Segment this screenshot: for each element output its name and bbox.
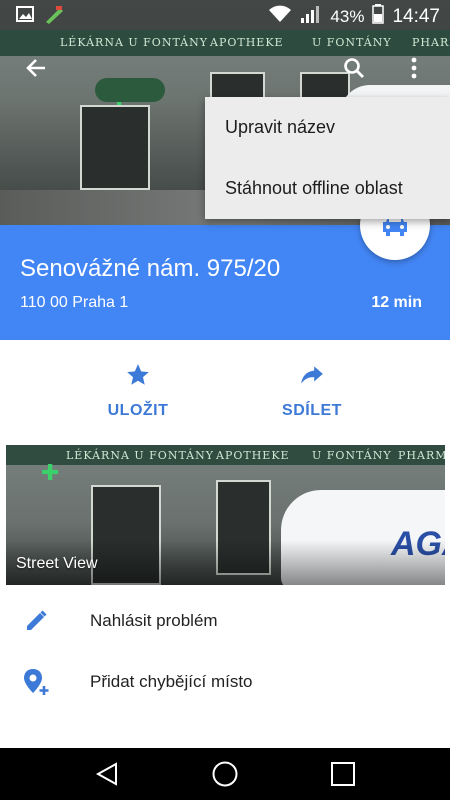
facade-sign: U FONTÁNY — [312, 36, 392, 49]
nav-home-button[interactable] — [210, 760, 240, 788]
share-arrow-icon — [301, 366, 323, 384]
nav-back-button[interactable] — [92, 760, 122, 788]
place-options-list: Nahlásit problém Přidat chybějící místo — [0, 590, 450, 712]
overflow-menu-button[interactable] — [398, 52, 430, 84]
search-icon — [344, 58, 364, 78]
facade-sign: PHARMA — [412, 36, 450, 49]
star-icon — [127, 364, 149, 385]
battery-percent: 43% — [330, 6, 365, 26]
action-row: ULOŽIT SDÍLET — [0, 340, 450, 445]
share-label: SDÍLET — [282, 402, 342, 419]
report-problem-row[interactable]: Nahlásit problém — [0, 590, 450, 651]
shop-door — [80, 105, 150, 190]
menu-item-download-offline[interactable]: Stáhnout offline oblast — [205, 158, 450, 219]
sv-facade-sign: LÉKÁRNA U FONTÁNY — [66, 449, 215, 462]
add-missing-place-label: Přidat chybějící místo — [90, 671, 253, 691]
clock: 14:47 — [392, 5, 440, 27]
street-view-thumbnail[interactable]: LÉKÁRNA U FONTÁNY APOTHEKE U FONTÁNY PHA… — [6, 445, 445, 585]
street-view-label: Street View — [16, 555, 98, 572]
share-button[interactable]: SDÍLET — [252, 362, 372, 420]
save-button[interactable]: ULOŽIT — [78, 362, 198, 420]
facade-sign: APOTHEKE — [210, 36, 284, 49]
place-title: Senovážné nám. 975/20 — [20, 255, 281, 282]
travel-time: 12 min — [371, 294, 422, 311]
save-label: ULOŽIT — [107, 402, 169, 419]
back-button[interactable] — [20, 52, 52, 84]
wifi-icon — [268, 5, 292, 28]
signal-icon — [300, 4, 322, 29]
square-recents-icon — [331, 762, 355, 786]
search-button[interactable] — [338, 52, 370, 84]
triangle-back-icon — [95, 762, 117, 786]
gallery-icon — [16, 6, 34, 29]
status-bar: 43% 14:47 — [0, 0, 450, 30]
sv-pharmacy-cross-icon: ✚ — [41, 460, 60, 485]
overflow-menu: Upravit název Stáhnout offline oblast — [205, 97, 450, 219]
pharmacy-sign — [95, 78, 165, 102]
add-missing-place-row[interactable]: Přidat chybějící místo — [0, 651, 450, 712]
menu-item-rename[interactable]: Upravit název — [205, 97, 450, 158]
sv-facade-sign: PHARMA — [398, 449, 445, 462]
sv-facade-sign: APOTHEKE — [216, 449, 290, 462]
app-notification-icon — [44, 6, 64, 29]
arrow-back-icon — [26, 59, 45, 77]
circle-home-icon — [212, 761, 238, 787]
sv-facade-sign: U FONTÁNY — [312, 449, 392, 462]
battery-icon — [372, 4, 385, 29]
facade-sign: LÉKÁRNA U FONTÁNY — [60, 36, 209, 49]
place-subtitle: 110 00 Praha 1 — [20, 294, 129, 311]
nav-recents-button[interactable] — [328, 760, 358, 788]
report-problem-label: Nahlásit problém — [90, 610, 218, 630]
add-location-icon — [22, 668, 50, 696]
more-vert-icon — [411, 57, 417, 79]
pencil-icon — [22, 607, 50, 635]
system-nav-bar — [0, 748, 450, 800]
